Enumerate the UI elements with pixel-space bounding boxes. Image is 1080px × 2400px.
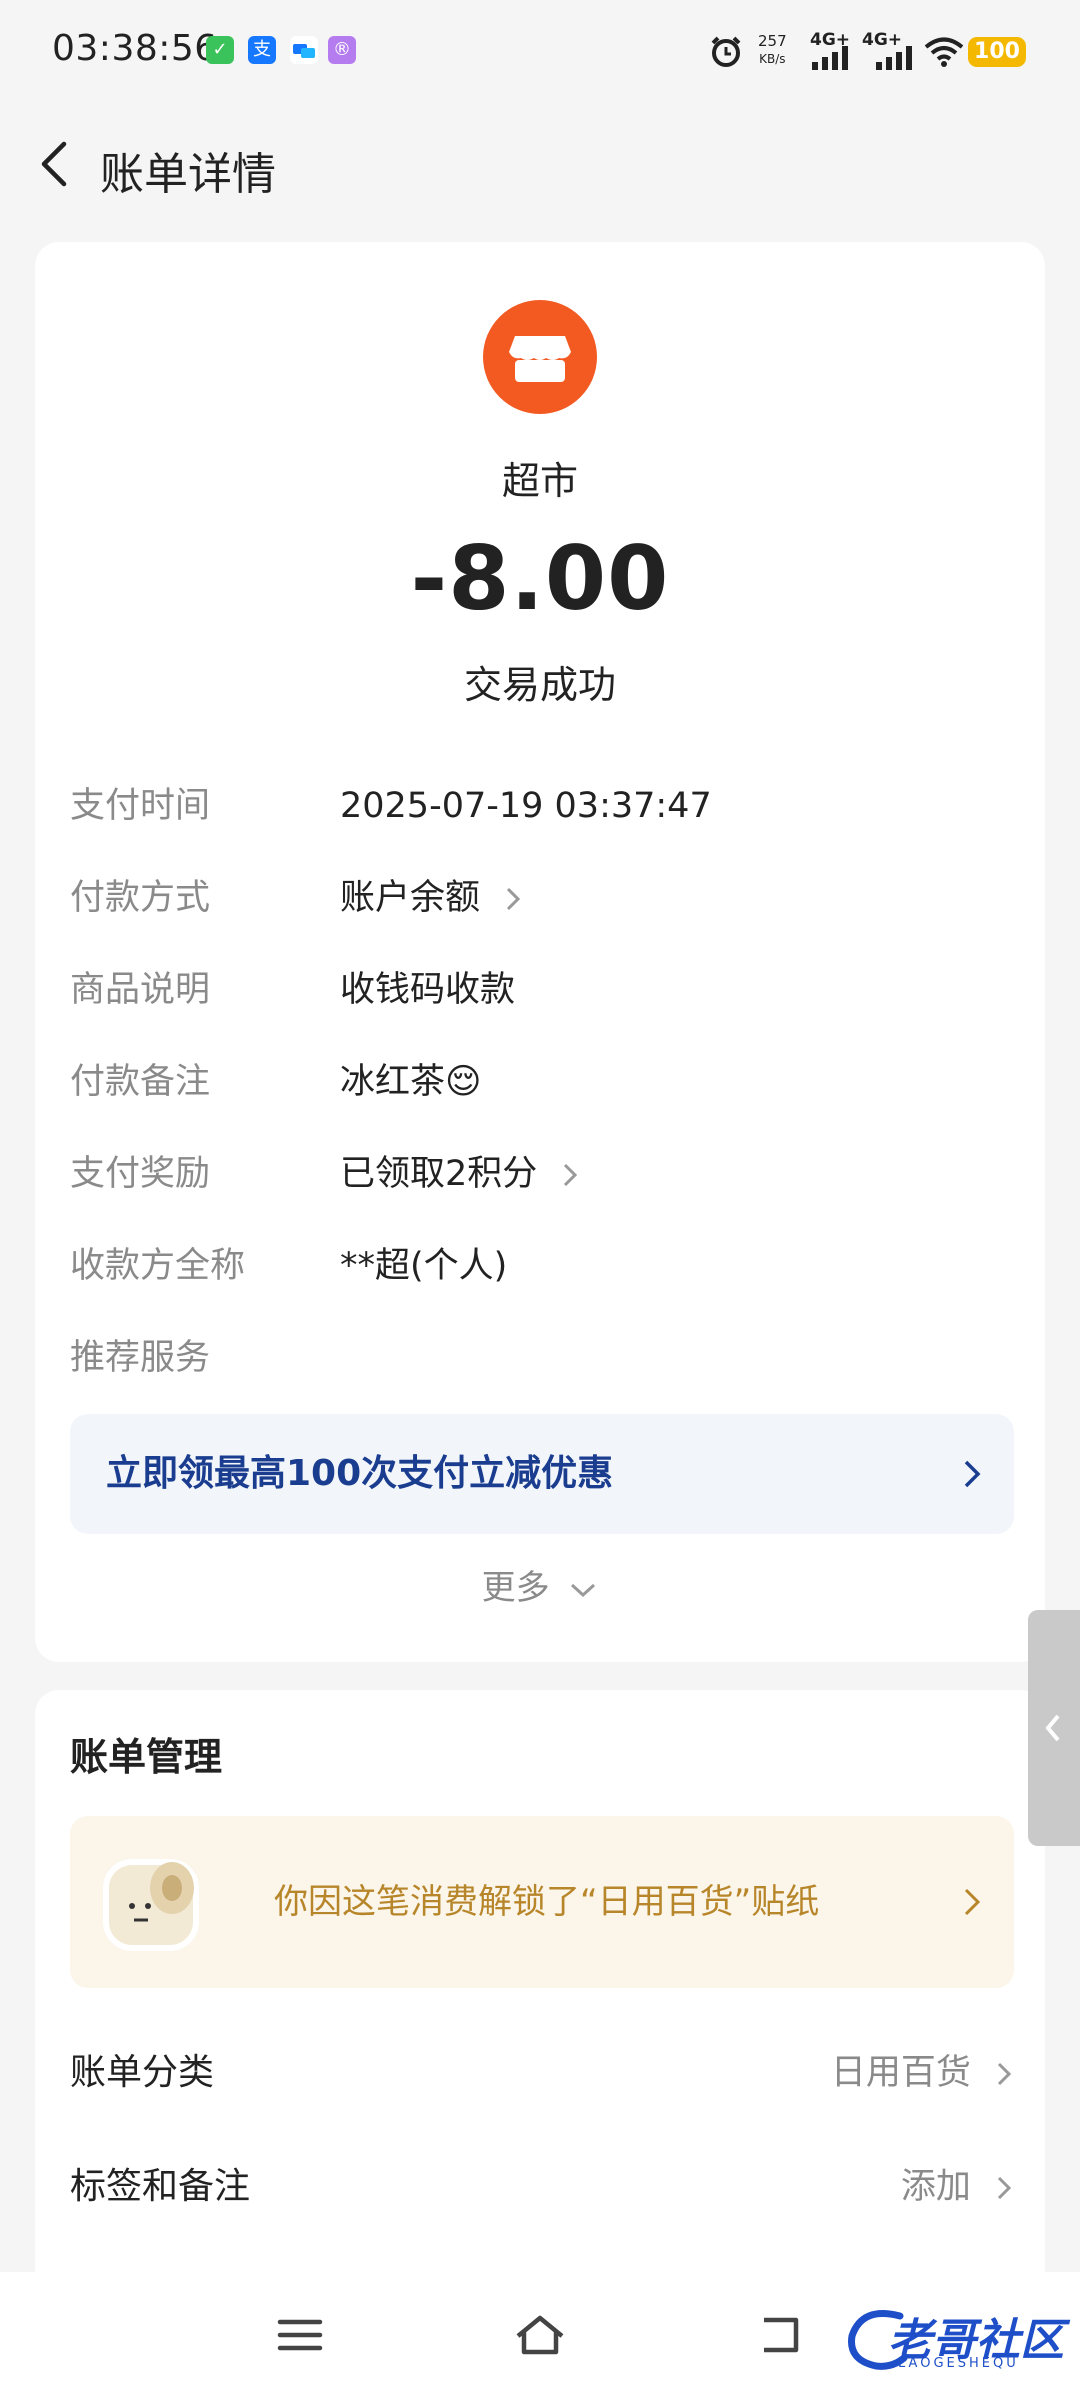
bill-category-row[interactable]: 账单分类 日用百货 (70, 2038, 1014, 2108)
store-icon (483, 300, 597, 414)
status-bar: 03:38:56 ✓ 支 ® 257 KB/s 4G+ 4G+ 100 (0, 0, 1080, 100)
chevron-right-icon (997, 2176, 1012, 2200)
alarm-icon (711, 36, 741, 67)
signal-icon (812, 46, 848, 70)
more-button[interactable]: 更多 (35, 1560, 1045, 1609)
detail-value: 已领取2积分 (340, 1154, 538, 1194)
category-label: 账单分类 (70, 2052, 215, 2093)
wechat-icon: ✓ (206, 36, 234, 64)
tags-notes-row[interactable]: 标签和备注 添加 (70, 2152, 1014, 2222)
detail-row-payee: 收款方全称 **超(个人) (70, 1236, 1010, 1296)
watermark-subtext: LAOGESHEQU (898, 2356, 1019, 2371)
page-title: 账单详情 (100, 149, 276, 200)
merchant-name: 超市 (501, 459, 578, 503)
back-icon[interactable] (28, 134, 88, 194)
chevron-right-icon (507, 887, 521, 911)
section-title: 账单管理 (70, 1735, 223, 1779)
sticker-text: 你因这笔消费解锁了“日用百货”贴纸 (274, 1882, 820, 1922)
detail-row-recommend: 推荐服务 (70, 1328, 1010, 1388)
detail-row-pay-method[interactable]: 付款方式 账户余额 (70, 868, 1010, 928)
signal-icon-2 (876, 46, 912, 70)
promo-banner[interactable]: 立即领最高100次支付立减优惠 (70, 1414, 1014, 1534)
page-header: 账单详情 (0, 110, 1080, 220)
battery-icon: 100 (968, 37, 1026, 67)
detail-value: 收钱码收款 (340, 970, 516, 1010)
promo-text: 立即领最高100次支付立减优惠 (106, 1453, 614, 1494)
detail-value: **超(个人) (340, 1246, 508, 1286)
chevron-right-icon (997, 2062, 1012, 2086)
detail-label: 商品说明 (70, 970, 211, 1010)
detail-label: 支付时间 (70, 786, 211, 826)
chevron-down-icon (571, 1583, 596, 1597)
toilet-paper-sticker-icon (103, 1859, 199, 1951)
transaction-status: 交易成功 (463, 663, 616, 707)
alipay-icon: 支 (248, 36, 276, 64)
detail-label: 付款备注 (70, 1062, 211, 1102)
bill-management-card: 账单管理 你因这笔消费解锁了“日用百货”贴纸 账单分类 日用百货 标签和备注 添… (35, 1690, 1045, 2290)
detail-label: 收款方全称 (70, 1246, 246, 1286)
detail-label: 付款方式 (70, 878, 211, 918)
back-nav-icon[interactable] (750, 2310, 810, 2360)
detail-row-pay-time: 支付时间 2025-07-19 03:37:47 (70, 776, 1010, 836)
dingtalk-icon (290, 36, 318, 64)
category-value: 日用百货 (830, 2053, 971, 2093)
wifi-icon (924, 37, 964, 67)
detail-value: 账户余额 (340, 878, 481, 918)
detail-row-product-desc: 商品说明 收钱码收款 (70, 960, 1010, 1020)
menu-icon[interactable] (270, 2310, 330, 2360)
tags-label: 标签和备注 (70, 2166, 251, 2207)
app-icon: ® (328, 36, 356, 64)
side-panel-handle[interactable] (1028, 1610, 1080, 1846)
home-icon[interactable] (510, 2310, 570, 2360)
sticker-banner[interactable]: 你因这笔消费解锁了“日用百货”贴纸 (70, 1816, 1014, 1988)
system-nav-bar: 老哥社区 LAOGESHEQU (0, 2272, 1080, 2400)
transaction-amount: -8.00 (410, 527, 670, 630)
chevron-left-icon (1045, 1714, 1060, 1742)
net-speed: 257 KB/s (758, 32, 787, 68)
detail-value: 冰红茶😌 (340, 1062, 482, 1102)
transaction-card: 超市 -8.00 交易成功 支付时间 2025-07-19 03:37:47 付… (35, 242, 1045, 1662)
detail-row-reward[interactable]: 支付奖励 已领取2积分 (70, 1144, 1010, 1204)
detail-label: 支付奖励 (70, 1154, 211, 1194)
status-time: 03:38:56 (52, 28, 218, 69)
net-speed-value: 257 (758, 32, 787, 50)
detail-label: 推荐服务 (70, 1338, 211, 1378)
detail-value: 2025-07-19 03:37:47 (340, 786, 712, 826)
watermark-logo: 老哥社区 LAOGESHEQU (842, 2296, 1068, 2380)
tags-value: 添加 (900, 2167, 971, 2207)
more-label: 更多 (481, 1568, 550, 1608)
net-speed-unit: KB/s (759, 52, 786, 66)
chevron-right-icon (964, 1460, 981, 1488)
detail-row-remark: 付款备注 冰红茶😌 (70, 1052, 1010, 1112)
chevron-right-icon (564, 1163, 578, 1187)
chevron-right-icon (964, 1888, 981, 1916)
